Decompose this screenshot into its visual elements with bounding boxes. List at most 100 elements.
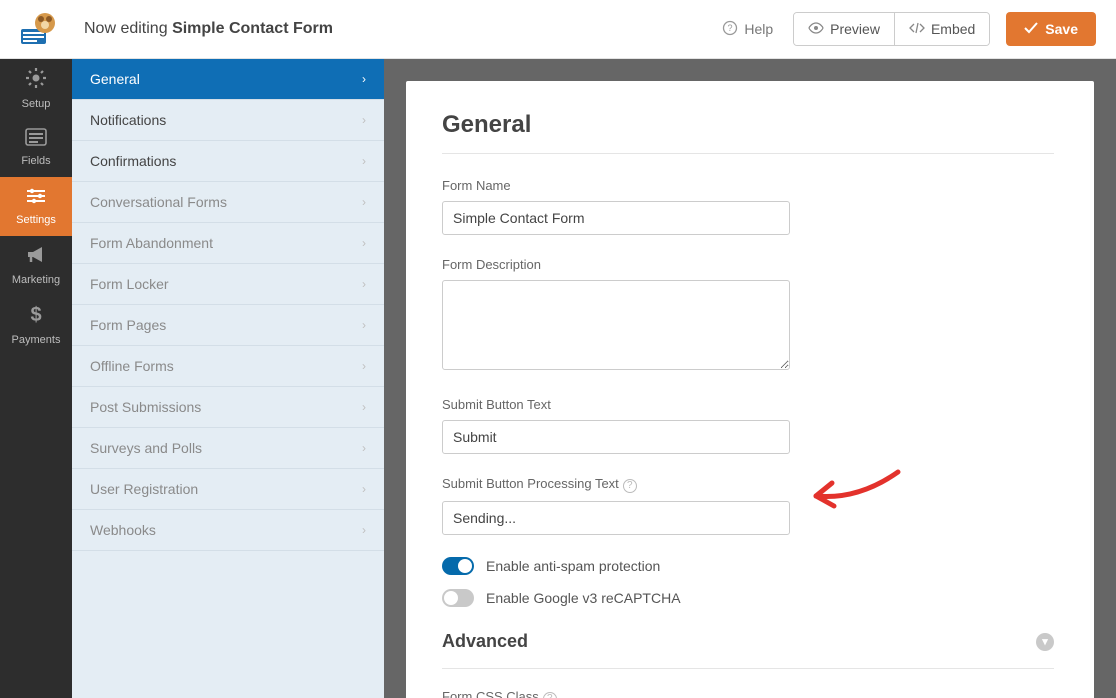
preview-label: Preview xyxy=(830,21,880,37)
chevron-right-icon: › xyxy=(362,72,366,86)
sidebar-item-form-abandonment[interactable]: Form Abandonment › xyxy=(72,223,384,264)
embed-button[interactable]: Embed xyxy=(894,13,989,45)
input-form-description[interactable] xyxy=(442,280,790,370)
nav-item-marketing[interactable]: Marketing xyxy=(0,236,72,295)
top-bar: Now editing Simple Contact Form ? Help P… xyxy=(0,0,1116,59)
sidebar-item-label: Offline Forms xyxy=(90,358,174,374)
label-submit-processing-text: Submit Button Processing Text? xyxy=(442,476,1054,493)
nav-label: Payments xyxy=(12,334,61,346)
top-right: ? Help Preview Embed Save xyxy=(722,12,1116,46)
section-title: General xyxy=(442,111,1054,139)
nav-label: Settings xyxy=(16,214,56,226)
toggle-row-recaptcha: Enable Google v3 reCAPTCHA xyxy=(442,589,1054,607)
check-icon xyxy=(1024,21,1038,37)
field-submit-text: Submit Button Text xyxy=(442,397,1054,454)
nav-item-settings[interactable]: Settings xyxy=(0,177,72,236)
sidebar-item-label: Surveys and Polls xyxy=(90,440,202,456)
input-form-name[interactable] xyxy=(442,201,790,235)
chevron-right-icon: › xyxy=(362,154,366,168)
sidebar-item-label: Conversational Forms xyxy=(90,194,227,210)
preview-button[interactable]: Preview xyxy=(794,13,894,45)
form-icon xyxy=(25,128,47,149)
app-logo xyxy=(14,10,58,48)
toggle-knob xyxy=(444,591,458,605)
label-submit-text: Submit Button Text xyxy=(442,397,1054,412)
help-link[interactable]: ? Help xyxy=(722,20,773,39)
chevron-right-icon: › xyxy=(362,277,366,291)
left-nav: Setup Fields Settings Marketing $ Paymen… xyxy=(0,59,72,698)
preview-embed-group: Preview Embed xyxy=(793,12,990,46)
sidebar-item-general[interactable]: General › xyxy=(72,59,384,100)
sidebar-item-label: Confirmations xyxy=(90,153,176,169)
sidebar-item-conversational-forms[interactable]: Conversational Forms › xyxy=(72,182,384,223)
sidebar-item-label: User Registration xyxy=(90,481,198,497)
editing-prefix: Now editing xyxy=(84,20,168,37)
sidebar-item-label: Form Pages xyxy=(90,317,166,333)
sidebar-item-label: General xyxy=(90,71,140,87)
toggle-row-antispam: Enable anti-spam protection xyxy=(442,557,1054,575)
advanced-title: Advanced xyxy=(442,631,528,652)
help-icon: ? xyxy=(722,20,738,39)
toggle-recaptcha[interactable] xyxy=(442,589,474,607)
field-submit-processing-text: Submit Button Processing Text? xyxy=(442,476,1054,535)
label-form-css-class: Form CSS Class? xyxy=(442,689,1054,698)
toggle-antispam[interactable] xyxy=(442,557,474,575)
sidebar-item-label: Form Abandonment xyxy=(90,235,213,251)
sidebar-item-notifications[interactable]: Notifications › xyxy=(72,100,384,141)
sidebar-item-user-registration[interactable]: User Registration › xyxy=(72,469,384,510)
eye-icon xyxy=(808,21,824,37)
sidebar-item-webhooks[interactable]: Webhooks › xyxy=(72,510,384,551)
nav-label: Setup xyxy=(22,98,51,110)
sidebar-item-form-locker[interactable]: Form Locker › xyxy=(72,264,384,305)
settings-panel: General Form Name Form Description Submi… xyxy=(406,81,1094,698)
chevron-right-icon: › xyxy=(362,195,366,209)
bullhorn-icon xyxy=(25,245,47,268)
editing-form-title: Simple Contact Form xyxy=(172,20,333,37)
svg-text:$: $ xyxy=(30,304,41,325)
nav-item-fields[interactable]: Fields xyxy=(0,118,72,177)
sidebar-item-surveys-polls[interactable]: Surveys and Polls › xyxy=(72,428,384,469)
save-button[interactable]: Save xyxy=(1006,12,1096,46)
embed-icon xyxy=(909,21,925,37)
embed-label: Embed xyxy=(931,21,975,37)
chevron-right-icon: › xyxy=(362,441,366,455)
divider xyxy=(442,668,1054,669)
input-submit-text[interactable] xyxy=(442,420,790,454)
chevron-right-icon: › xyxy=(362,318,366,332)
sidebar-item-label: Post Submissions xyxy=(90,399,201,415)
chevron-right-icon: › xyxy=(362,400,366,414)
canvas-wrap: General Form Name Form Description Submi… xyxy=(384,59,1116,698)
nav-item-payments[interactable]: $ Payments xyxy=(0,295,72,354)
sidebar-item-label: Form Locker xyxy=(90,276,169,292)
sidebar: General › Notifications › Confirmations › C… xyxy=(72,59,384,698)
nav-label: Marketing xyxy=(12,274,60,286)
sidebar-item-post-submissions[interactable]: Post Submissions › xyxy=(72,387,384,428)
nav-item-setup[interactable]: Setup xyxy=(0,59,72,118)
label-form-description: Form Description xyxy=(442,257,1054,272)
gear-icon xyxy=(25,67,47,92)
sidebar-item-label: Notifications xyxy=(90,112,166,128)
svg-text:?: ? xyxy=(728,23,733,33)
field-form-name: Form Name xyxy=(442,178,1054,235)
chevron-right-icon: › xyxy=(362,113,366,127)
chevron-right-icon: › xyxy=(362,482,366,496)
toggle-antispam-label: Enable anti-spam protection xyxy=(486,558,660,574)
chevron-down-icon[interactable]: ▾ xyxy=(1036,633,1054,651)
sliders-icon xyxy=(25,187,47,208)
input-submit-processing-text[interactable] xyxy=(442,501,790,535)
field-form-description: Form Description xyxy=(442,257,1054,375)
editing-text: Now editing Simple Contact Form xyxy=(84,20,333,38)
chevron-right-icon: › xyxy=(362,236,366,250)
sidebar-item-label: Webhooks xyxy=(90,522,156,538)
help-icon[interactable]: ? xyxy=(543,692,557,698)
chevron-right-icon: › xyxy=(362,359,366,373)
sidebar-item-confirmations[interactable]: Confirmations › xyxy=(72,141,384,182)
nav-label: Fields xyxy=(21,155,50,167)
sidebar-item-form-pages[interactable]: Form Pages › xyxy=(72,305,384,346)
label-form-name: Form Name xyxy=(442,178,1054,193)
help-icon[interactable]: ? xyxy=(623,479,637,493)
divider xyxy=(442,153,1054,154)
help-label: Help xyxy=(744,21,773,37)
chevron-right-icon: › xyxy=(362,523,366,537)
sidebar-item-offline-forms[interactable]: Offline Forms › xyxy=(72,346,384,387)
